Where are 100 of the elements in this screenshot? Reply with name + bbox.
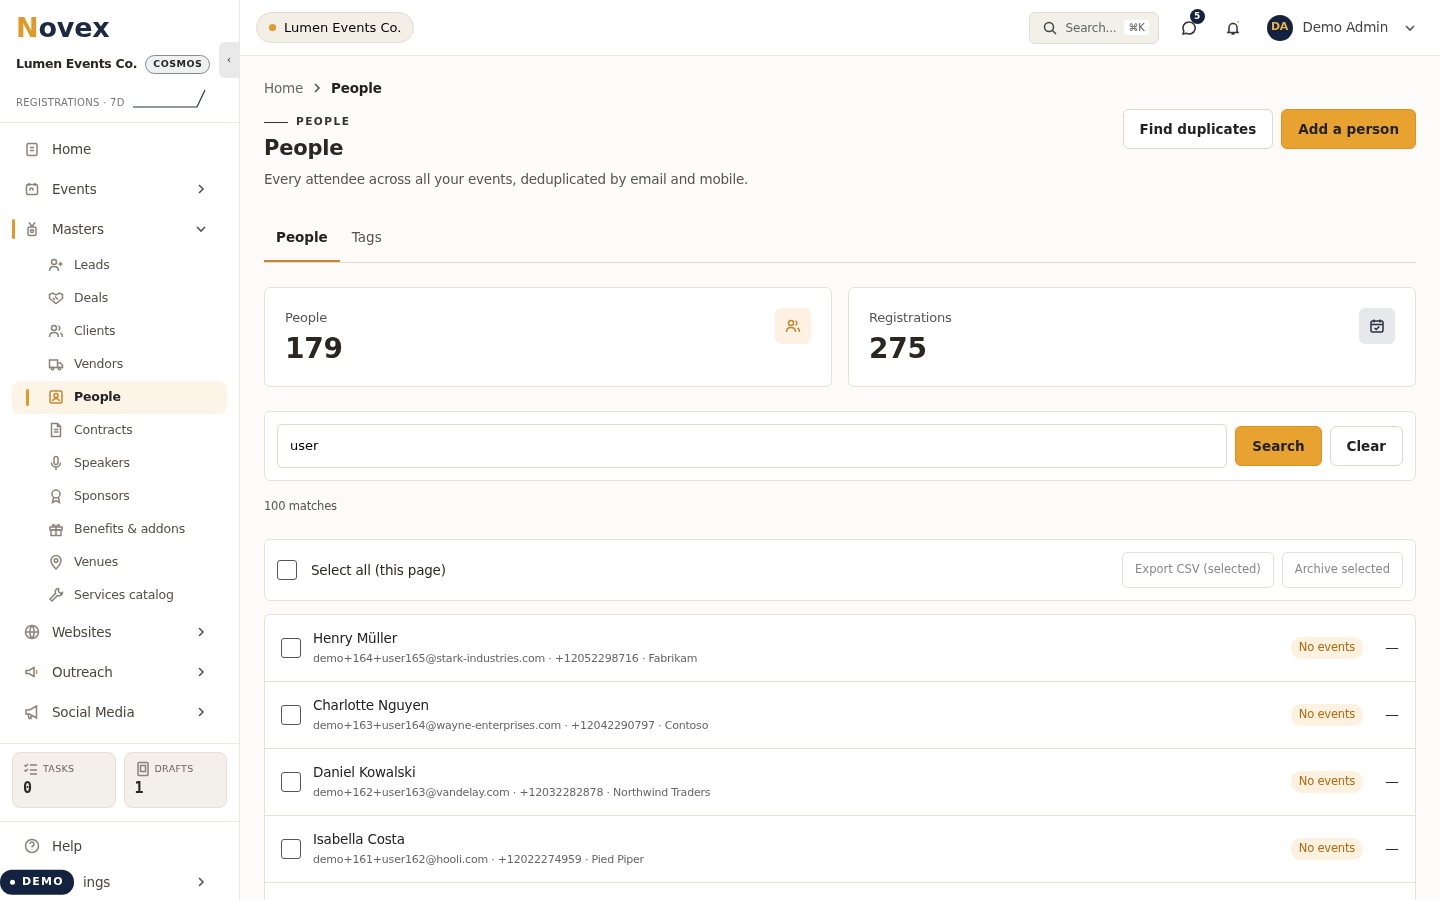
nav-subitem[interactable]: Sponsors bbox=[12, 479, 227, 513]
nav-subitem[interactable]: Venues bbox=[12, 545, 227, 579]
bulk-action-button[interactable]: Archive selected bbox=[1281, 551, 1403, 588]
truck-icon bbox=[48, 356, 64, 373]
events-badge: No events bbox=[1290, 704, 1363, 726]
globe-icon bbox=[24, 623, 40, 640]
bell-icon[interactable] bbox=[1224, 19, 1241, 36]
bulk-action-button[interactable]: Export CSV (selected) bbox=[1122, 551, 1274, 588]
nav-subitem[interactable]: Deals bbox=[12, 281, 227, 315]
person-name[interactable]: Charlotte Nguyen bbox=[313, 695, 709, 716]
id-card-icon bbox=[48, 389, 64, 406]
nav-subitem[interactable]: People bbox=[12, 380, 227, 414]
clipboard-icon bbox=[24, 140, 40, 157]
wrench-icon bbox=[48, 587, 64, 604]
events-badge: No events bbox=[1290, 838, 1363, 860]
nav-subitem[interactable]: Contracts bbox=[12, 413, 227, 447]
megaphone-icon bbox=[24, 703, 40, 720]
person-details: demo+163+user164@wayne-enterprises.com · +12042290797 · Contoso bbox=[313, 718, 709, 735]
nav-subitem[interactable]: Speakers bbox=[12, 446, 227, 480]
nav-subitem[interactable]: Leads bbox=[12, 248, 227, 282]
checkbox[interactable] bbox=[281, 637, 301, 658]
logo: Novex bbox=[15, 11, 111, 41]
location-pin-icon bbox=[48, 554, 64, 571]
organization-name: Lumen Events Co. bbox=[16, 55, 138, 73]
checkbox[interactable] bbox=[281, 704, 301, 725]
person-name[interactable]: Daniel Kowalski bbox=[313, 762, 711, 783]
microphone-icon bbox=[48, 455, 64, 472]
nav-item[interactable]: Events bbox=[0, 168, 227, 209]
document-icon bbox=[134, 760, 151, 777]
person-details: demo+161+user162@hooli.com · +12022274959 · Pied Piper bbox=[313, 852, 644, 869]
checkbox[interactable] bbox=[277, 559, 297, 580]
row-action-button[interactable]: — bbox=[1385, 838, 1399, 860]
message-count: 5 bbox=[1189, 8, 1205, 24]
demo-badge[interactable]: DEMO bbox=[0, 870, 74, 895]
nav-subitem[interactable]: Benefits & addons bbox=[12, 512, 227, 546]
checkbox[interactable] bbox=[281, 838, 301, 859]
search-field[interactable]: Search... ⌘K bbox=[1028, 11, 1159, 44]
nav-item[interactable]: Masters bbox=[0, 208, 227, 249]
gift-icon bbox=[48, 521, 64, 538]
breadcrumb-link[interactable]: People bbox=[331, 78, 382, 99]
page-title: People bbox=[264, 136, 345, 162]
nav-subitem[interactable]: Clients bbox=[12, 314, 227, 348]
tab[interactable]: People bbox=[264, 217, 340, 262]
collapse-button[interactable]: ‹ bbox=[219, 42, 239, 78]
search-icon bbox=[1041, 19, 1058, 36]
row-action-button[interactable]: — bbox=[1385, 637, 1399, 659]
nav-item[interactable]: Social Media bbox=[0, 691, 227, 732]
handshake-icon bbox=[48, 290, 64, 307]
breadcrumb-link[interactable]: Home bbox=[264, 78, 304, 99]
counter-label: DRAFTS bbox=[154, 761, 194, 776]
nav-subitem[interactable]: Vendors bbox=[12, 347, 227, 381]
clear-button[interactable]: Clear bbox=[1329, 425, 1403, 466]
nav-item[interactable]: Outreach bbox=[0, 651, 227, 692]
person-name[interactable]: Isabella Costa bbox=[313, 829, 644, 850]
stat-value: 179 bbox=[285, 335, 343, 364]
row-action-button[interactable]: — bbox=[1385, 704, 1399, 726]
ribbon-icon bbox=[48, 488, 64, 505]
person-name[interactable]: Henry Müller bbox=[313, 628, 698, 649]
checkbox[interactable] bbox=[281, 771, 301, 792]
page-subtitle: Every attendee across all your events, deduplicated by email and mobile. bbox=[264, 170, 749, 190]
counter-value: 1 bbox=[134, 777, 145, 799]
users-icon bbox=[48, 323, 64, 340]
search-input[interactable]: user bbox=[277, 423, 1228, 468]
calendar-check-icon bbox=[1369, 317, 1385, 334]
nav-label[interactable]: ings bbox=[83, 872, 111, 893]
tab[interactable]: Tags bbox=[339, 217, 394, 262]
add-button[interactable]: Add a person bbox=[1281, 109, 1416, 150]
user-name[interactable]: Demo Admin bbox=[1302, 17, 1388, 38]
counter-label: TASKS bbox=[43, 761, 75, 776]
stat-value: 275 bbox=[869, 335, 928, 364]
match-count: 100 matches bbox=[264, 497, 338, 515]
nav-item[interactable]: Help bbox=[0, 828, 227, 865]
nav-subitem[interactable]: Services catalog bbox=[12, 578, 227, 612]
chat-icon[interactable] bbox=[1180, 20, 1197, 37]
row-action-button[interactable]: — bbox=[1385, 771, 1399, 793]
calendar-icon bbox=[24, 180, 40, 197]
nav-item[interactable]: Home bbox=[0, 128, 227, 169]
events-badge: No events bbox=[1290, 637, 1363, 659]
find-duplicates-button[interactable]: Find duplicates bbox=[1122, 109, 1274, 150]
checklist-icon bbox=[23, 760, 39, 777]
stat-label: People bbox=[285, 308, 328, 327]
nav-item[interactable]: Websites bbox=[0, 611, 227, 652]
help-icon bbox=[24, 838, 40, 855]
megaphone-icon bbox=[24, 663, 40, 680]
workspace-chip[interactable]: Lumen Events Co. bbox=[256, 11, 415, 44]
stat-label: Registrations bbox=[869, 308, 952, 327]
events-badge: No events bbox=[1290, 771, 1363, 793]
plan-label: COSMOS bbox=[145, 55, 211, 74]
eyebrow-label: PEOPLE bbox=[296, 114, 351, 130]
chevron-icon bbox=[195, 876, 207, 889]
registrations-label: REGISTRATIONS · 7D bbox=[16, 95, 125, 110]
person-details: demo+162+user163@vandelay.com · +12032282878 · Northwind Traders bbox=[313, 785, 711, 802]
shortcut-key: ⌘K bbox=[1124, 20, 1149, 35]
badge-icon bbox=[24, 220, 40, 237]
users-icon bbox=[785, 317, 801, 334]
document-icon bbox=[48, 422, 64, 439]
user-avatar[interactable]: DA bbox=[1266, 14, 1293, 41]
user-plus-icon bbox=[48, 257, 64, 274]
search-button[interactable]: Search bbox=[1235, 425, 1322, 466]
person-details: demo+164+user165@stark-industries.com · +12052298716 · Fabrikam bbox=[313, 651, 698, 668]
